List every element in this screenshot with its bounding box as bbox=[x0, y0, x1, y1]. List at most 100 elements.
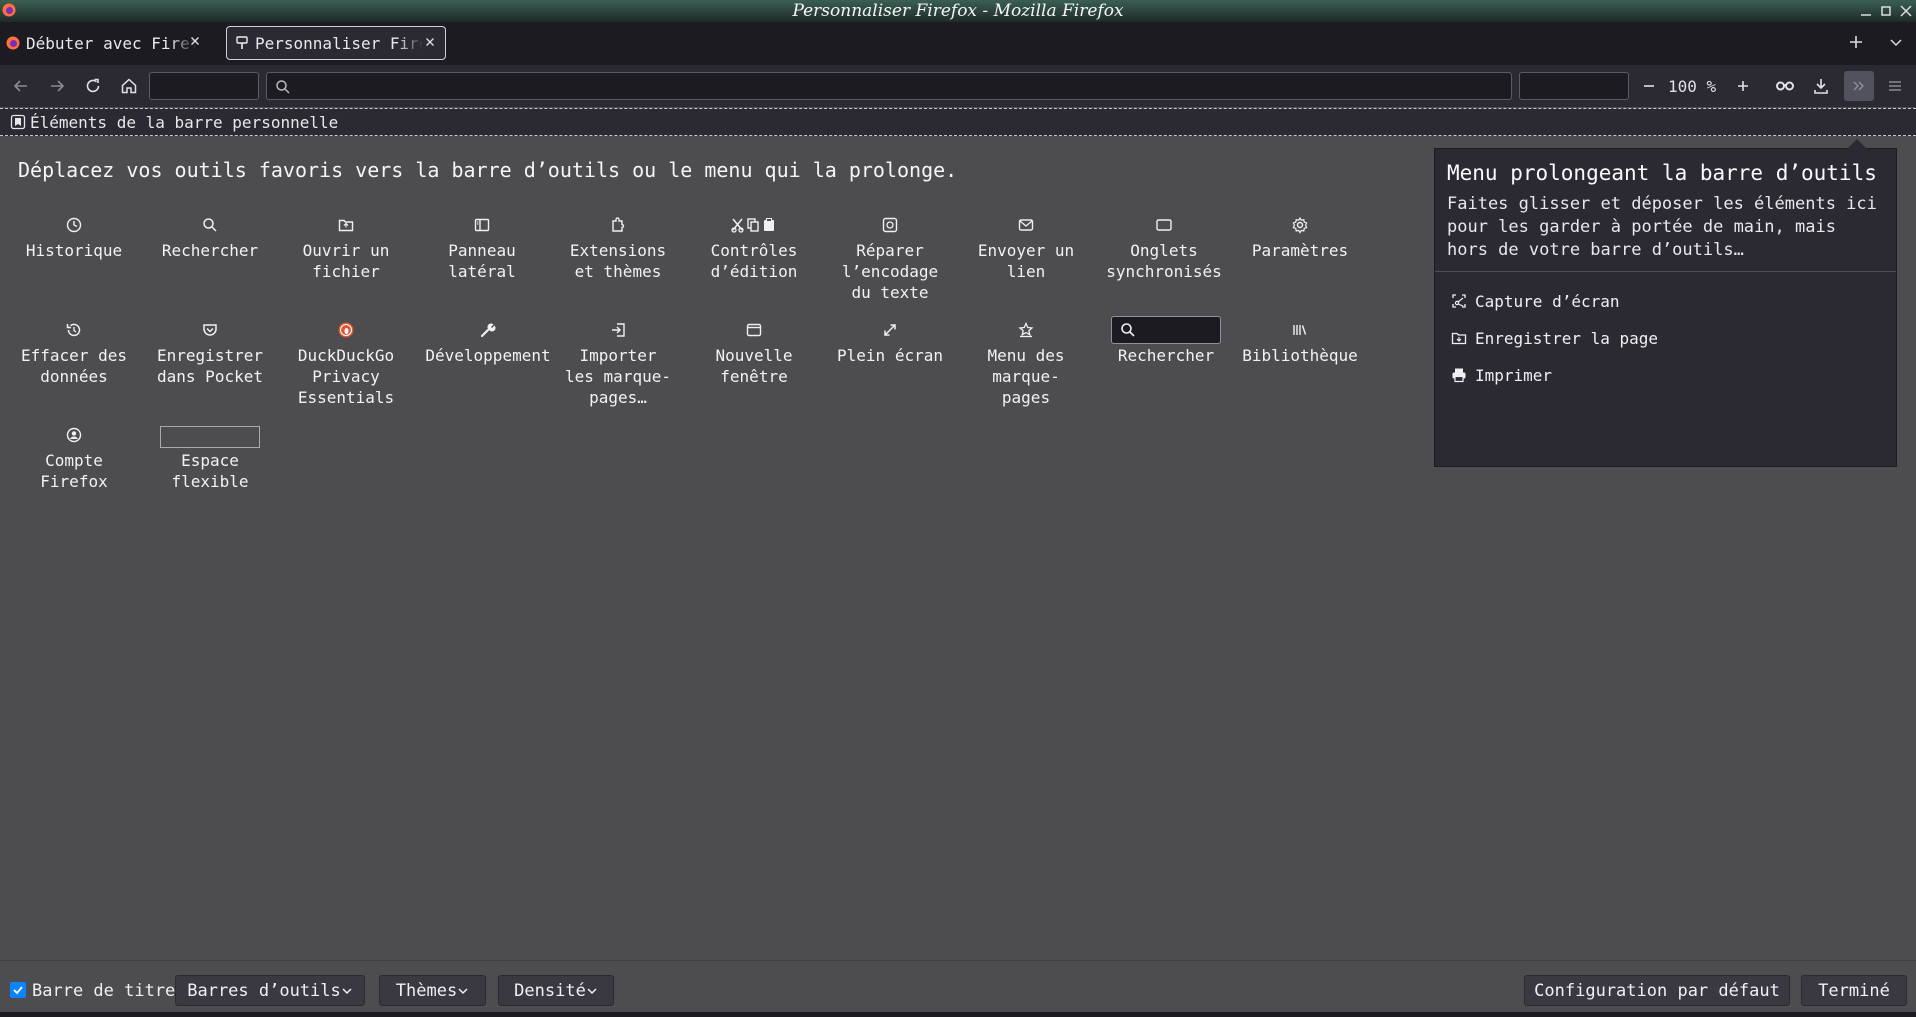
palette-item-open-file[interactable]: Ouvrir un fichier bbox=[281, 210, 411, 282]
close-window-icon[interactable] bbox=[1898, 3, 1914, 19]
palette-item-synced-tabs[interactable]: Onglets synchronisés bbox=[1099, 210, 1229, 282]
palette-item-firefox-account[interactable]: Compte Firefox bbox=[9, 420, 139, 492]
palette-item-settings[interactable]: Paramètres bbox=[1235, 210, 1365, 261]
palette-item-library[interactable]: Bibliothèque bbox=[1235, 315, 1365, 366]
minimize-icon[interactable] bbox=[1858, 3, 1874, 19]
chevron-down-icon bbox=[342, 987, 352, 994]
palette-item-label: Réparer l’encodage du texte bbox=[841, 241, 939, 302]
chevron-down-icon bbox=[458, 987, 468, 994]
overflow-item-screenshot[interactable]: Capture d’écran bbox=[1451, 289, 1620, 313]
palette-item-email-link[interactable]: Envoyer un lien bbox=[961, 210, 1091, 282]
palette-item-label: Développement bbox=[425, 346, 551, 365]
palette-item-flexible-space[interactable]: Espace flexible bbox=[145, 420, 275, 492]
back-arrow-icon[interactable] bbox=[10, 75, 32, 97]
panel-arrow bbox=[1847, 139, 1867, 149]
overflow-item-label: Enregistrer la page bbox=[1475, 328, 1659, 348]
private-browsing-icon[interactable] bbox=[1774, 75, 1796, 97]
download-icon[interactable] bbox=[1810, 75, 1832, 97]
palette-item-label: Enregistrer dans Pocket bbox=[157, 346, 263, 386]
palette-item-bookmarks-menu[interactable]: Menu des marque- pages bbox=[961, 315, 1091, 408]
reload-icon[interactable] bbox=[82, 75, 104, 97]
overflow-item-save-page[interactable]: Enregistrer la page bbox=[1451, 326, 1658, 350]
overflow-item-label: Capture d’écran bbox=[1475, 291, 1620, 311]
palette-item-label: Menu des marque- pages bbox=[987, 346, 1065, 407]
palette-item-developer[interactable]: Développement bbox=[423, 315, 553, 366]
print-icon bbox=[1452, 368, 1466, 383]
palette-item-import-bookmarks[interactable]: Importer les marque- pages… bbox=[553, 315, 683, 408]
maximize-icon[interactable] bbox=[1878, 3, 1894, 19]
done-button[interactable]: Terminé bbox=[1801, 975, 1907, 1006]
palette-item-extensions[interactable]: Extensions et thèmes bbox=[553, 210, 683, 282]
title-bar-checkbox-label[interactable]: Barre de titre bbox=[32, 981, 175, 1001]
customize-icon bbox=[235, 36, 249, 50]
chevron-down-icon[interactable] bbox=[1886, 32, 1906, 52]
palette-item-label: Paramètres bbox=[1251, 241, 1349, 260]
palette-item-edit-controls[interactable]: Contrôles d’édition bbox=[689, 210, 819, 282]
tab-label: Personnaliser Firefox bbox=[255, 33, 423, 53]
overflow-chevron-icon[interactable] bbox=[1844, 71, 1874, 101]
palette-item-label: Bibliothèque bbox=[1242, 346, 1358, 365]
import-icon bbox=[553, 315, 683, 345]
url-bar[interactable] bbox=[266, 72, 1512, 100]
hamburger-menu-icon[interactable] bbox=[1884, 75, 1906, 97]
forward-arrow-icon[interactable] bbox=[46, 75, 68, 97]
palette-item-label: Rechercher bbox=[161, 241, 259, 260]
new-window-icon bbox=[689, 315, 819, 345]
palette-item-forget[interactable]: Effacer des données bbox=[9, 315, 139, 387]
palette-item-text-encoding[interactable]: Réparer l’encodage du texte bbox=[825, 210, 955, 303]
palette-item-pocket[interactable]: Enregistrer dans Pocket bbox=[145, 315, 275, 387]
zoom-level[interactable]: 100 % bbox=[1668, 77, 1716, 96]
bookmarks-items-icon bbox=[10, 114, 26, 130]
navigation-toolbar: 100 % bbox=[0, 65, 1916, 107]
palette-item-new-window[interactable]: Nouvelle fenêtre bbox=[689, 315, 819, 387]
toolbars-button[interactable]: Barres d’outils bbox=[175, 975, 365, 1006]
screenshot-icon bbox=[1452, 294, 1466, 308]
email-link-icon bbox=[961, 210, 1091, 240]
chevron-down-icon bbox=[587, 987, 597, 994]
home-icon[interactable] bbox=[118, 75, 140, 97]
tab-customize[interactable]: Personnaliser Firefox bbox=[226, 26, 446, 60]
search-icon bbox=[1121, 323, 1135, 337]
tab-getting-started[interactable]: Débuter avec Firefox bbox=[6, 26, 216, 60]
flexible-space bbox=[145, 420, 275, 450]
density-button-label: Densité bbox=[514, 980, 586, 1001]
title-bar-checkbox[interactable] bbox=[10, 982, 26, 998]
palette-item-duckduckgo[interactable]: DuckDuckGo Privacy Essentials bbox=[281, 315, 411, 408]
palette-item-label: Importer les marque- pages… bbox=[565, 346, 671, 407]
zoom-in-icon[interactable] bbox=[1732, 75, 1754, 97]
overflow-item-label: Imprimer bbox=[1475, 365, 1553, 385]
zoom-out-icon[interactable] bbox=[1638, 75, 1660, 97]
palette-item-label: Panneau latéral bbox=[448, 241, 516, 281]
account-icon bbox=[9, 420, 139, 450]
palette-item-history[interactable]: Historique bbox=[9, 210, 139, 261]
restore-defaults-button[interactable]: Configuration par défaut bbox=[1524, 975, 1790, 1006]
palette-item-fullscreen[interactable]: Plein écran bbox=[825, 315, 955, 366]
window-title: Personnaliser Firefox - Mozilla Firefox bbox=[792, 1, 1124, 21]
overflow-item-print[interactable]: Imprimer bbox=[1451, 363, 1552, 387]
firefox-icon bbox=[6, 36, 20, 50]
palette-item-sidebar[interactable]: Panneau latéral bbox=[417, 210, 547, 282]
palette-item-label: Historique bbox=[25, 241, 123, 260]
close-tab-icon[interactable] bbox=[423, 35, 437, 49]
new-tab-icon[interactable] bbox=[1846, 32, 1866, 52]
text-encoding-icon bbox=[825, 210, 955, 240]
checkmark-icon bbox=[13, 986, 23, 995]
save-page-icon bbox=[1451, 332, 1467, 345]
flexible-space-box bbox=[160, 426, 260, 448]
palette-item-search-box[interactable]: Rechercher bbox=[1101, 315, 1231, 366]
palette-item-label: Extensions et thèmes bbox=[569, 241, 667, 281]
edit-controls-icon bbox=[689, 210, 819, 240]
palette-item-label: Ouvrir un fichier bbox=[302, 241, 390, 281]
overflow-panel: Menu prolongeant la barre d’outils Faite… bbox=[1434, 139, 1897, 467]
overflow-panel-title: Menu prolongeant la barre d’outils bbox=[1447, 161, 1877, 185]
close-tab-icon[interactable] bbox=[188, 34, 202, 48]
palette-item-label: Effacer des données bbox=[21, 346, 127, 386]
search-box-field bbox=[1111, 316, 1221, 344]
palette-item-label: Contrôles d’édition bbox=[710, 241, 798, 281]
palette-item-label: Envoyer un lien bbox=[977, 241, 1075, 281]
themes-button[interactable]: Thèmes bbox=[379, 975, 486, 1006]
bookmarks-toolbar-label[interactable]: Éléments de la barre personnelle bbox=[30, 113, 338, 132]
bookmarks-menu-icon bbox=[961, 315, 1091, 345]
palette-item-search[interactable]: Rechercher bbox=[145, 210, 275, 261]
density-button[interactable]: Densité bbox=[498, 975, 614, 1006]
